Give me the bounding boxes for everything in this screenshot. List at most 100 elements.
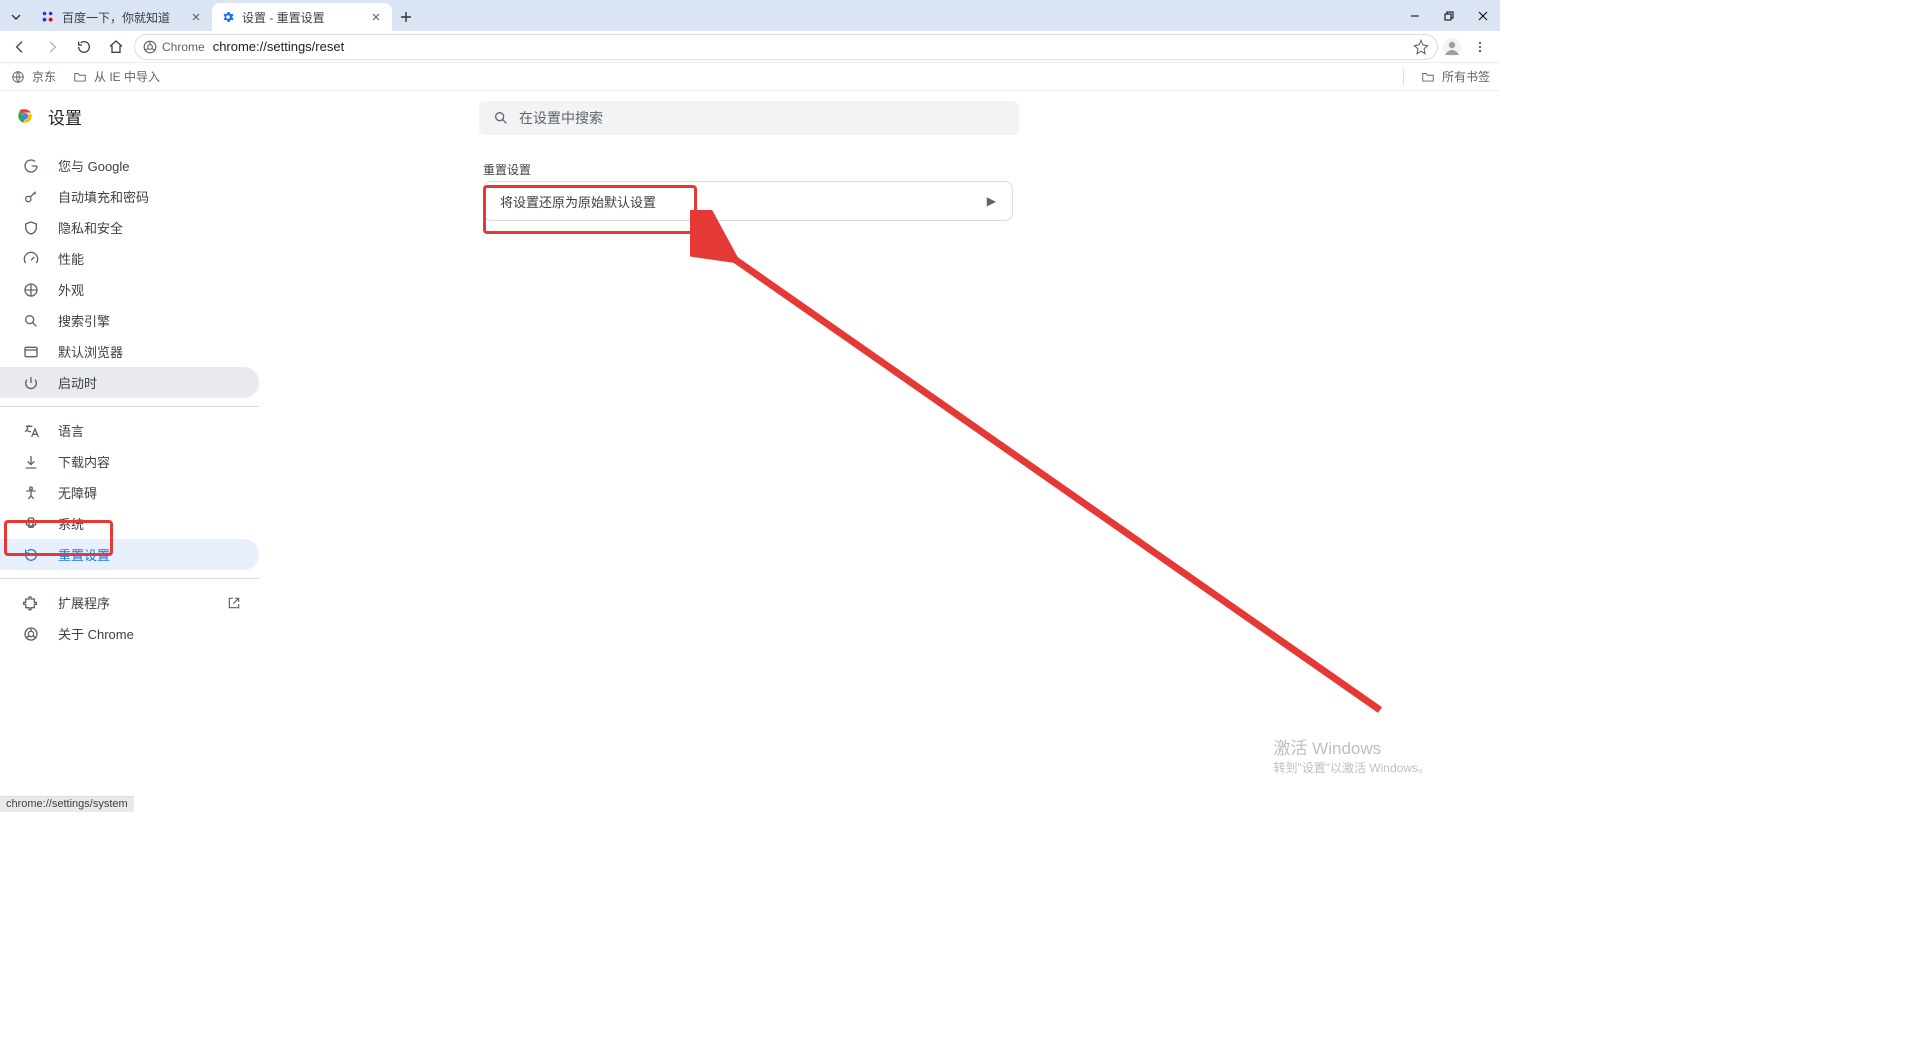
divider: [1403, 69, 1404, 85]
chevron-right-icon: ▶: [987, 194, 996, 208]
nav-on-startup[interactable]: 启动时: [0, 367, 259, 398]
baidu-favicon-icon: [40, 9, 56, 25]
globe-icon: [10, 69, 26, 85]
nav-label: 系统: [58, 514, 84, 533]
download-icon: [22, 453, 40, 471]
language-icon: [22, 422, 40, 440]
bookmark-label: 京东: [32, 68, 56, 85]
bookmarks-bar: 京东 从 IE 中导入 所有书签: [0, 63, 1500, 91]
power-icon: [22, 374, 40, 392]
site-chip-label: Chrome: [162, 40, 205, 54]
settings-header: 设置: [0, 92, 265, 140]
search-placeholder: 在设置中搜索: [519, 108, 603, 128]
browser-menu-button[interactable]: [1466, 33, 1494, 61]
back-button[interactable]: [6, 33, 34, 61]
tab-close-icon[interactable]: [188, 9, 204, 25]
chrome-icon: [143, 40, 157, 54]
key-icon: [22, 188, 40, 206]
window-close-button[interactable]: [1466, 0, 1500, 31]
window-controls: [1398, 0, 1500, 31]
nav-label: 性能: [58, 249, 84, 268]
nav-performance[interactable]: 性能: [0, 243, 259, 274]
nav-label: 您与 Google: [58, 156, 130, 175]
tab-close-icon[interactable]: [368, 9, 384, 25]
all-bookmarks-button[interactable]: 所有书签: [1420, 68, 1490, 85]
nav-separator: [0, 406, 259, 407]
nav-accessibility[interactable]: 无障碍: [0, 477, 259, 508]
bookmark-label: 从 IE 中导入: [94, 68, 160, 85]
watermark-line1: 激活 Windows: [1273, 734, 1430, 759]
nav-label: 扩展程序: [58, 593, 110, 612]
tab-title: 设置 - 重置设置: [242, 9, 362, 26]
g-icon: [22, 157, 40, 175]
nav-label: 搜索引擎: [58, 311, 110, 330]
nav-label: 外观: [58, 280, 84, 299]
external-link-icon: [227, 596, 241, 610]
omnibox[interactable]: Chrome chrome://settings/reset: [134, 34, 1438, 60]
nav-downloads[interactable]: 下载内容: [0, 446, 259, 477]
watermark-line2: 转到"设置"以激活 Windows。: [1273, 759, 1430, 776]
search-icon: [493, 110, 509, 126]
browser-icon: [22, 343, 40, 361]
windows-activation-watermark: 激活 Windows 转到"设置"以激活 Windows。: [1273, 734, 1430, 776]
tab-baidu[interactable]: 百度一下，你就知道: [32, 3, 212, 31]
chrome-logo-icon: [16, 107, 34, 125]
settings-main: 在设置中搜索 重置设置 将设置还原为原始默认设置 ▶: [265, 91, 1500, 796]
bookmark-jd[interactable]: 京东: [10, 68, 56, 85]
settings-sidebar: 设置 您与 Google 自动填充和密码 隐私和安全 性能 外观 搜索引擎 默认…: [0, 91, 265, 796]
titlebar: 百度一下，你就知道 设置 - 重置设置: [0, 0, 1500, 31]
nav-reset[interactable]: 重置设置: [0, 539, 259, 570]
nav-label: 关于 Chrome: [58, 624, 134, 643]
settings-page: 设置 您与 Google 自动填充和密码 隐私和安全 性能 外观 搜索引擎 默认…: [0, 91, 1500, 796]
tab-title: 百度一下，你就知道: [62, 9, 182, 26]
folder-icon: [1420, 69, 1436, 85]
nav-label: 重置设置: [58, 545, 110, 564]
nav-label: 默认浏览器: [58, 342, 123, 361]
search-icon: [22, 312, 40, 330]
reload-button[interactable]: [70, 33, 98, 61]
nav-default-browser[interactable]: 默认浏览器: [0, 336, 259, 367]
profile-avatar[interactable]: [1442, 37, 1462, 57]
home-button[interactable]: [102, 33, 130, 61]
window-restore-button[interactable]: [1432, 0, 1466, 31]
page-title: 设置: [48, 104, 82, 129]
nav-search-engine[interactable]: 搜索引擎: [0, 305, 259, 336]
nav-autofill[interactable]: 自动填充和密码: [0, 181, 259, 212]
url-text: chrome://settings/reset: [213, 39, 1405, 54]
nav-about-chrome[interactable]: 关于 Chrome: [0, 618, 259, 649]
nav-you-and-google[interactable]: 您与 Google: [0, 150, 259, 181]
nav-extensions[interactable]: 扩展程序: [0, 587, 259, 618]
nav-label: 下载内容: [58, 452, 110, 471]
settings-search[interactable]: 在设置中搜索: [479, 101, 1019, 135]
bookmark-ie-import[interactable]: 从 IE 中导入: [72, 68, 160, 85]
nav-privacy[interactable]: 隐私和安全: [0, 212, 259, 243]
bookmark-star-icon[interactable]: [1413, 39, 1429, 55]
nav-separator: [0, 578, 259, 579]
nav-label: 启动时: [58, 373, 97, 392]
all-bookmarks-label: 所有书签: [1442, 68, 1490, 85]
reset-settings-row[interactable]: 将设置还原为原始默认设置 ▶: [483, 181, 1013, 221]
window-minimize-button[interactable]: [1398, 0, 1432, 31]
nav-label: 自动填充和密码: [58, 187, 149, 206]
browser-toolbar: Chrome chrome://settings/reset: [0, 31, 1500, 63]
site-chip: Chrome: [143, 40, 205, 54]
tab-settings[interactable]: 设置 - 重置设置: [212, 3, 392, 31]
reset-settings-label: 将设置还原为原始默认设置: [500, 192, 656, 211]
nav-languages[interactable]: 语言: [0, 415, 259, 446]
system-icon: [22, 515, 40, 533]
nav-appearance[interactable]: 外观: [0, 274, 259, 305]
new-tab-button[interactable]: [392, 3, 420, 31]
nav-system[interactable]: 系统: [0, 508, 259, 539]
settings-nav: 您与 Google 自动填充和密码 隐私和安全 性能 外观 搜索引擎 默认浏览器…: [0, 150, 265, 649]
tab-search-dropdown[interactable]: [0, 3, 32, 31]
nav-label: 语言: [58, 421, 84, 440]
status-bar: chrome://settings/system: [0, 796, 134, 812]
shield-icon: [22, 219, 40, 237]
settings-favicon-icon: [220, 9, 236, 25]
nav-label: 隐私和安全: [58, 218, 123, 237]
accessibility-icon: [22, 484, 40, 502]
forward-button[interactable]: [38, 33, 66, 61]
nav-label: 无障碍: [58, 483, 97, 502]
reset-icon: [22, 546, 40, 564]
section-title: 重置设置: [483, 161, 531, 178]
